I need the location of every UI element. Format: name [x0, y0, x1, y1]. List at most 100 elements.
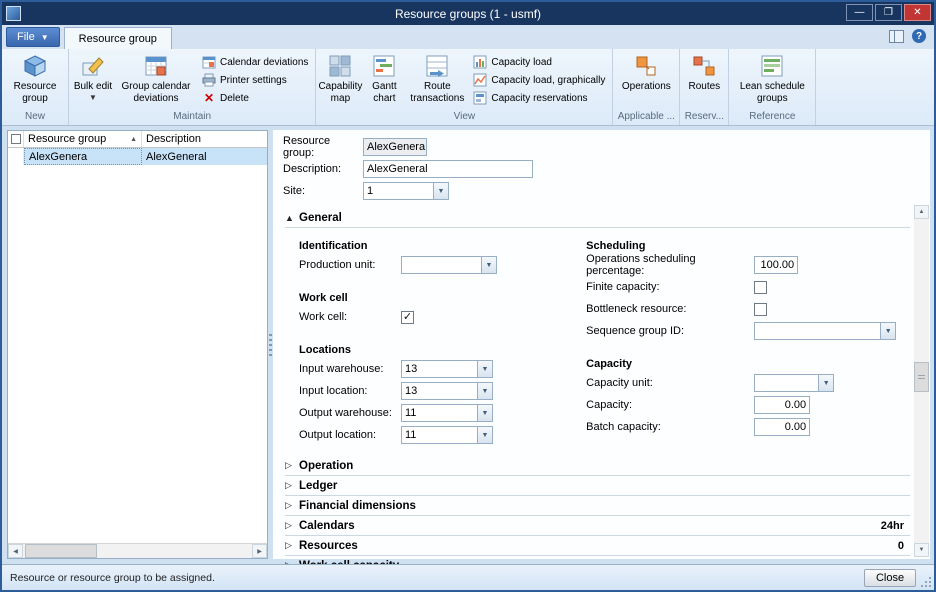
site-select[interactable]: 1 ▼: [363, 182, 449, 200]
capacity-header: Capacity: [586, 358, 633, 370]
dropdown-arrow-icon[interactable]: ▼: [477, 361, 492, 377]
dropdown-arrow-icon[interactable]: ▼: [477, 383, 492, 399]
resource-group-field[interactable]: AlexGenera: [363, 138, 427, 156]
lean-schedule-groups-button[interactable]: Lean schedule groups: [731, 50, 813, 108]
operations-scheduling-percentage-input[interactable]: 100.00: [754, 256, 799, 274]
section-header-general[interactable]: ▲ General: [285, 208, 910, 228]
input-location-select[interactable]: 13 ▼: [401, 382, 493, 400]
scrollbar-thumb[interactable]: [25, 544, 97, 558]
calendar-deviations-button[interactable]: Calendar deviations: [197, 53, 313, 71]
dropdown-arrow-icon[interactable]: ▼: [818, 375, 834, 391]
table-row[interactable]: AlexGenera AlexGeneral: [8, 148, 267, 165]
section-header-financial-dimensions[interactable]: ▷ Financial dimensions: [285, 496, 910, 516]
output-location-select[interactable]: 11 ▼: [401, 426, 493, 444]
section-header-resources[interactable]: ▷ Resources 0: [285, 536, 910, 556]
help-icon[interactable]: ?: [912, 29, 926, 43]
routes-icon: [691, 53, 717, 79]
section-header-ledger[interactable]: ▷ Ledger: [285, 476, 910, 496]
bulk-edit-icon: [80, 53, 106, 79]
output-warehouse-select[interactable]: 11 ▼: [401, 404, 493, 422]
production-unit-label: Production unit:: [299, 259, 376, 271]
scroll-down-icon[interactable]: ▼: [914, 543, 929, 557]
capacity-input[interactable]: 0.00: [754, 396, 811, 414]
column-header-resource-group[interactable]: Resource group ▲: [24, 131, 142, 147]
close-window-button[interactable]: ✕: [904, 4, 931, 21]
work-cell-header: Work cell: [299, 292, 348, 304]
tab-resource-group[interactable]: Resource group: [63, 27, 172, 49]
section-header-calendars[interactable]: ▷ Calendars 24hr: [285, 516, 910, 536]
bottleneck-resource-checkbox[interactable]: [754, 302, 768, 316]
work-cell-checkbox[interactable]: ✓: [401, 310, 414, 324]
row-checkbox-cell[interactable]: [8, 148, 24, 165]
bulk-edit-button[interactable]: Bulk edit ▼: [71, 50, 115, 108]
dropdown-arrow-icon[interactable]: ▼: [880, 323, 896, 339]
resource-group-grid: Resource group ▲ Description AlexGenera …: [7, 130, 268, 559]
chevron-down-icon: ▼: [89, 92, 97, 102]
cell-description[interactable]: AlexGeneral: [142, 148, 267, 165]
grid-horizontal-scrollbar[interactable]: ◀ ▶: [8, 543, 267, 558]
production-unit-select[interactable]: ▼: [401, 256, 497, 274]
input-warehouse-select[interactable]: 13 ▼: [401, 360, 493, 378]
gantt-chart-button[interactable]: Gantt chart: [362, 50, 406, 108]
group-label-maintain: Maintain: [173, 111, 212, 122]
capability-map-button[interactable]: Capability map: [318, 50, 362, 108]
close-button[interactable]: Close: [864, 568, 916, 587]
cell-resource-group[interactable]: AlexGenera: [24, 148, 142, 165]
delete-button[interactable]: ✕ Delete: [197, 89, 313, 107]
minimize-button[interactable]: —: [846, 4, 873, 21]
bottleneck-resource-label: Bottleneck resource:: [586, 303, 687, 315]
routes-button[interactable]: Routes: [682, 50, 726, 108]
finite-capacity-checkbox[interactable]: [754, 280, 768, 294]
operations-button[interactable]: Operations: [615, 50, 677, 108]
expand-icon: ▷: [285, 480, 292, 490]
description-label: Description:: [283, 163, 342, 175]
close-icon: ✕: [913, 7, 922, 18]
window-layout-icon[interactable]: [889, 29, 904, 43]
section-header-operation[interactable]: ▷ Operation: [285, 456, 910, 476]
minimize-icon: —: [854, 7, 865, 18]
ribbon-group-applicable: Operations Applicable ...: [613, 49, 681, 125]
dropdown-arrow-icon[interactable]: ▼: [481, 257, 496, 273]
operations-icon: [633, 53, 659, 79]
grid-header-row: Resource group ▲ Description: [8, 131, 267, 148]
detail-form: Resource group: AlexGenera Description: …: [273, 130, 930, 576]
file-menu-button[interactable]: File ▼: [6, 27, 60, 47]
capacity-unit-select[interactable]: ▼: [754, 374, 835, 392]
capacity-load-graphically-button[interactable]: Capacity load, graphically: [468, 71, 610, 89]
dropdown-arrow-icon[interactable]: ▼: [433, 183, 448, 199]
collapse-icon: ▲: [285, 212, 294, 223]
batch-capacity-input[interactable]: 0.00: [754, 418, 811, 436]
finite-capacity-label: Finite capacity:: [586, 281, 660, 293]
dropdown-arrow-icon[interactable]: ▼: [477, 427, 492, 443]
resize-grip[interactable]: [920, 576, 932, 588]
status-text: Resource or resource group to be assigne…: [10, 571, 215, 584]
input-location-label: Input location:: [299, 385, 368, 397]
window-title: Resource groups (1 - usmf): [394, 6, 542, 21]
maximize-restore-button[interactable]: ❐: [875, 4, 902, 21]
description-field[interactable]: AlexGeneral: [363, 160, 533, 178]
ribbon-group-maintain: Bulk edit ▼ Group calendar deviations Ca…: [69, 49, 317, 125]
scroll-right-icon[interactable]: ▶: [252, 544, 267, 558]
dropdown-arrow-icon[interactable]: ▼: [477, 405, 492, 421]
column-header-description[interactable]: Description: [142, 131, 267, 147]
scroll-up-icon[interactable]: ▲: [914, 205, 929, 219]
ribbon-tab-row: File ▼ Resource group ?: [2, 25, 934, 49]
calendars-summary-value: 24hr: [880, 519, 904, 532]
checkbox-icon: [10, 134, 21, 144]
form-vertical-scrollbar[interactable]: ▲ ▼: [914, 205, 929, 557]
printer-settings-button[interactable]: Printer settings: [197, 71, 313, 89]
scroll-left-icon[interactable]: ◀: [8, 544, 23, 558]
capacity-load-button[interactable]: Capacity load: [468, 53, 610, 71]
scrollbar-thumb[interactable]: [914, 361, 929, 392]
route-transactions-button[interactable]: Route transactions: [406, 50, 468, 108]
new-resource-group-button[interactable]: Resource group: [4, 50, 66, 108]
capacity-reservations-button[interactable]: Capacity reservations: [468, 89, 610, 107]
output-warehouse-label: Output warehouse:: [299, 407, 392, 419]
scrollbar-track[interactable]: [914, 219, 929, 543]
scrollbar-track[interactable]: [97, 544, 252, 558]
group-calendar-deviations-button[interactable]: Group calendar deviations: [115, 50, 197, 108]
work-cell-label: Work cell:: [299, 311, 348, 323]
sequence-group-id-select[interactable]: ▼: [754, 322, 897, 340]
select-all-checkbox[interactable]: [8, 131, 24, 147]
splitter-grip-icon: [269, 333, 272, 356]
